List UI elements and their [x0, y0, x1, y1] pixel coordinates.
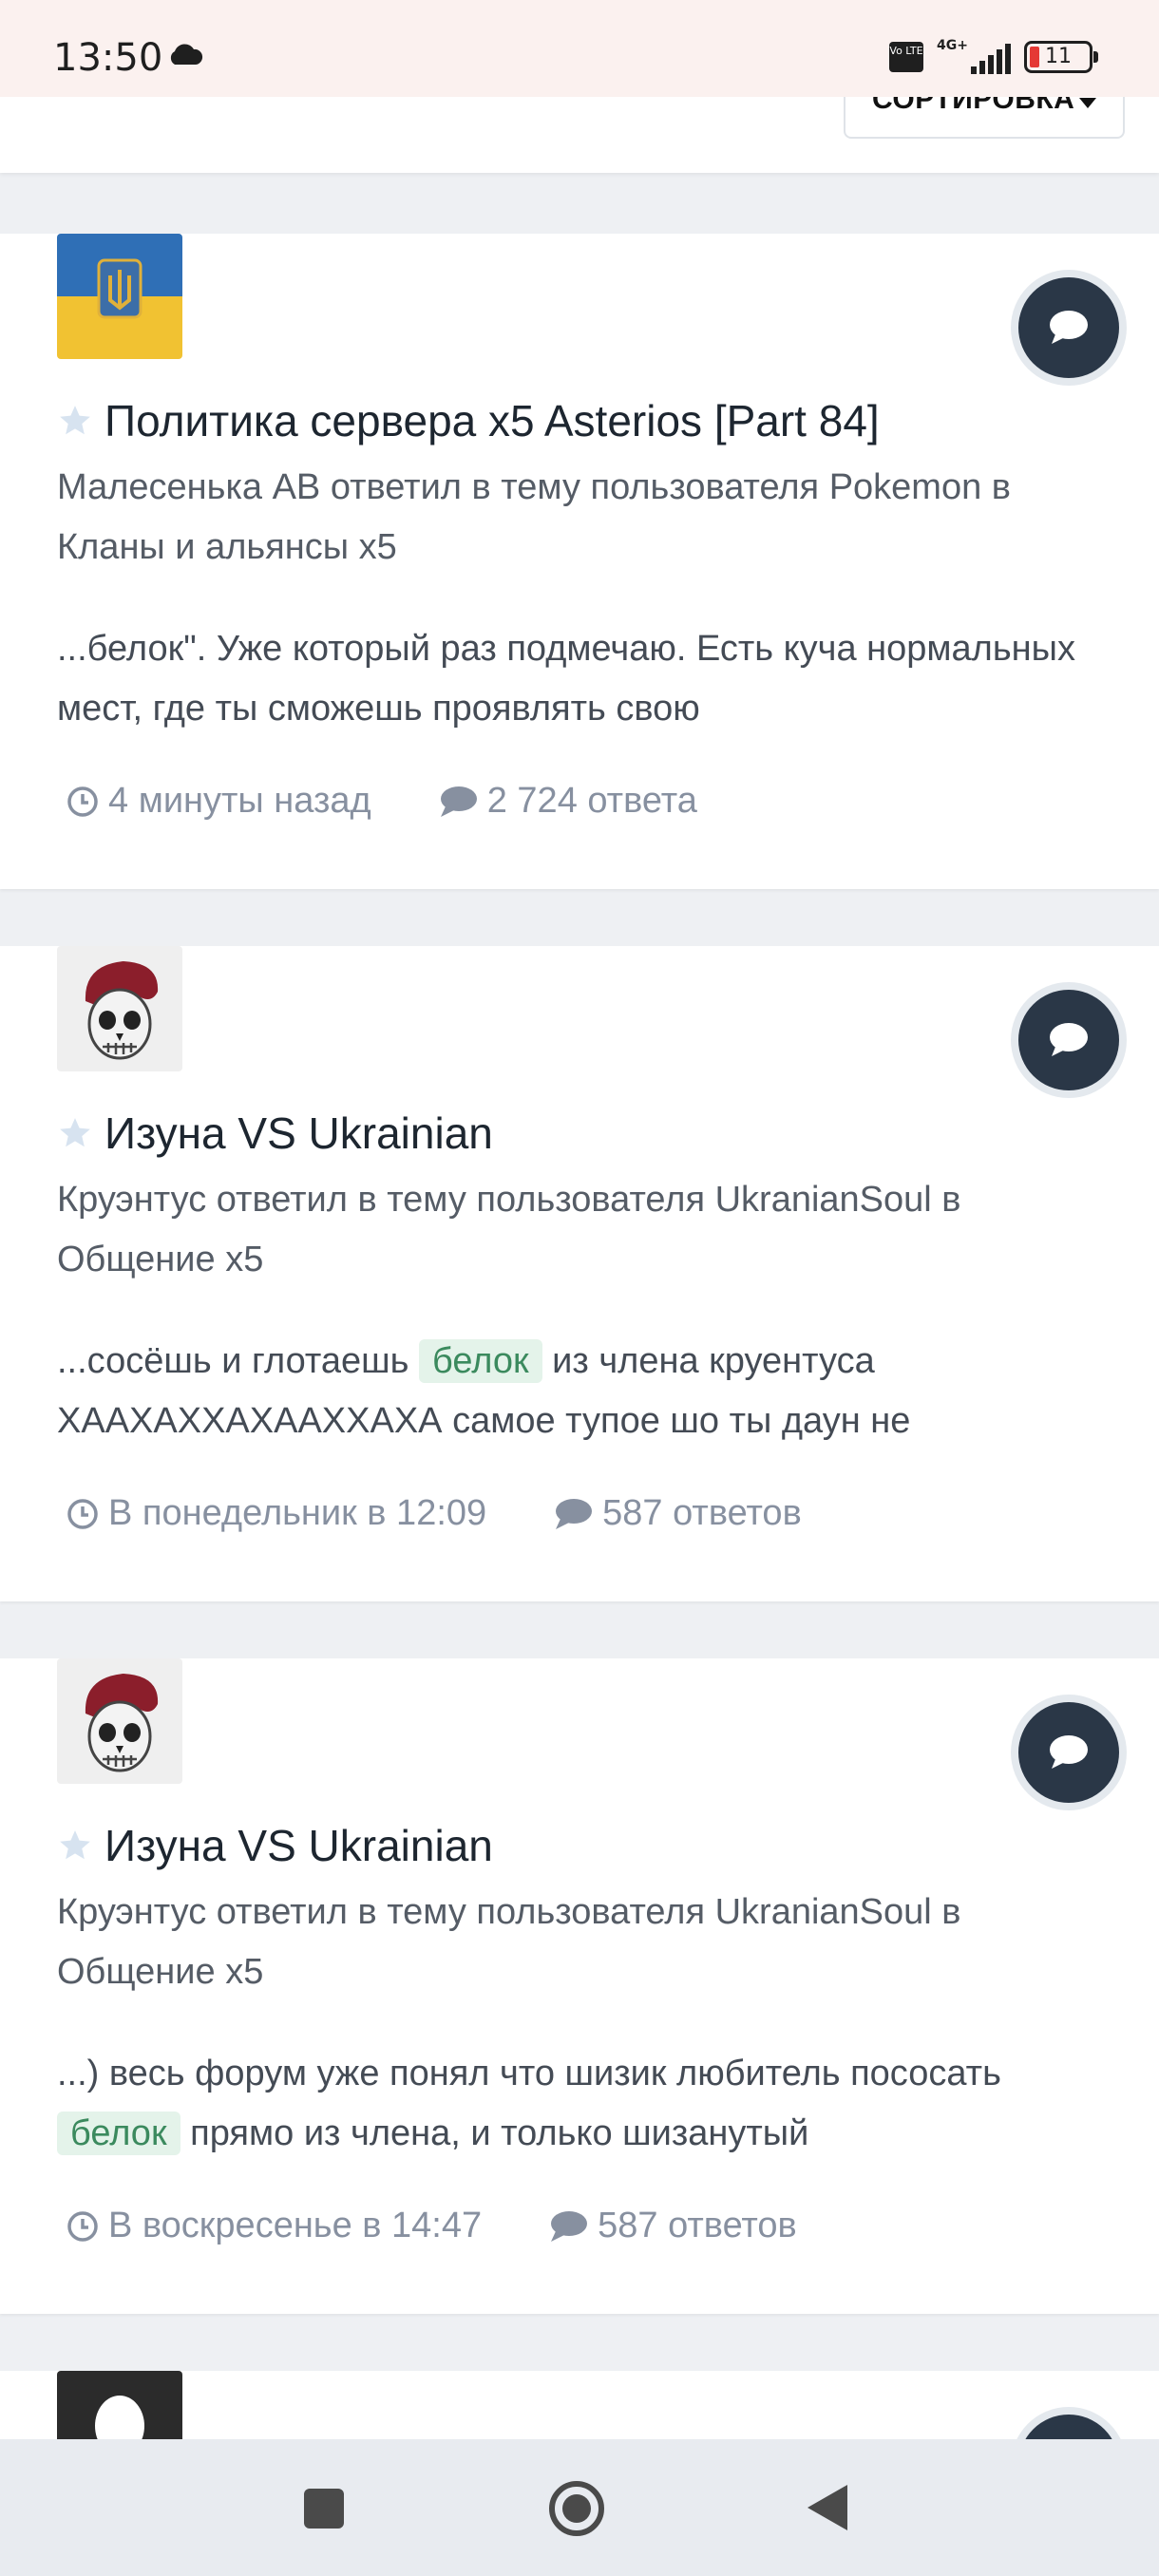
activity-item: Изуна VS Ukrainian Круэнтус ответил в те… — [0, 946, 1159, 1601]
battery-level: 11 — [1045, 45, 1072, 68]
post-stats: 4 минуты назад 2 724 ответа — [66, 781, 697, 822]
skull-beret-avatar[interactable] — [57, 1658, 182, 1784]
comment-icon — [1050, 311, 1088, 344]
system-nav-bar — [0, 2439, 1159, 2576]
post-title-row[interactable]: Изуна VS Ukrainian — [57, 1820, 493, 1871]
recents-square-icon[interactable] — [304, 2489, 344, 2529]
battery-icon: 11 — [1024, 41, 1098, 73]
post-time-text: В понедельник в 12:09 — [108, 1493, 487, 1533]
activity-item: Изуна VS Ukrainian Круэнтус ответил в те… — [0, 1658, 1159, 2314]
star-icon[interactable] — [57, 403, 93, 439]
star-icon[interactable] — [57, 1828, 93, 1864]
post-replies-text: 587 ответов — [602, 1493, 802, 1533]
post-stats: В воскресенье в 14:47 587 ответов — [66, 2206, 797, 2246]
post-snippet: ...белок". Уже который раз подмечаю. Ест… — [57, 619, 1112, 739]
post-replies-text: 587 ответов — [598, 2206, 797, 2245]
caret-down-icon — [1079, 98, 1096, 108]
post-time: 4 минуты назад — [66, 781, 371, 822]
post-meta: Малесенька АВ ответил в тему пользовател… — [57, 467, 1011, 567]
post-title-row[interactable]: Политика сервера x5 Asterios [Part 84] — [57, 395, 880, 446]
comment-icon — [1050, 1735, 1088, 1769]
home-circle-icon[interactable] — [549, 2481, 604, 2536]
comment-count-icon — [551, 2210, 588, 2242]
post-title-link[interactable]: Политика сервера x5 Asterios [Part 84] — [104, 395, 880, 446]
post-stats: В понедельник в 12:09 587 ответов — [66, 1493, 802, 1534]
snippet-text: ...белок". Уже который раз подмечаю. Ест… — [57, 629, 1075, 729]
post-snippet: ...сосёшь и глотаешь белок из члена круе… — [57, 1332, 1112, 1451]
star-icon[interactable] — [57, 1115, 93, 1151]
signal-icon: 4G+ — [937, 38, 1011, 76]
back-triangle-icon[interactable] — [808, 2485, 847, 2530]
clock-icon — [67, 1498, 98, 1529]
post-title-link[interactable]: Изуна VS Ukrainian — [104, 1108, 493, 1159]
status-bar: 13:50 Vo LTE 4G+ 11 — [0, 0, 1159, 97]
search-highlight: белок — [57, 2112, 180, 2155]
post-time-text: В воскресенье в 14:47 — [108, 2206, 483, 2245]
clock-icon — [67, 786, 98, 817]
snippet-text: ...сосёшь и глотаешь — [57, 1341, 420, 1381]
comment-icon — [1050, 1023, 1088, 1056]
network-type: 4G+ — [937, 38, 968, 53]
post-replies-text: 2 724 ответа — [486, 781, 697, 821]
post-title-row[interactable]: Изуна VS Ukrainian — [57, 1108, 493, 1159]
activity-item: Политика сервера x5 Asterios [Part 84] М… — [0, 234, 1159, 889]
post-meta: Круэнтус ответил в тему пользователя Ukr… — [57, 1180, 961, 1279]
skull-beret-avatar[interactable] — [57, 946, 182, 1071]
post-time: В воскресенье в 14:47 — [66, 2206, 482, 2246]
volte-icon: Vo LTE — [889, 42, 923, 72]
comment-count-icon — [556, 1498, 593, 1529]
ukraine-flag-avatar[interactable] — [57, 234, 182, 359]
comment-icon-button[interactable] — [1018, 1702, 1119, 1803]
post-time-text: 4 минуты назад — [108, 781, 371, 821]
comment-count-icon — [440, 786, 477, 817]
comment-icon-button[interactable] — [1018, 990, 1119, 1090]
post-replies: 587 ответов — [548, 2206, 797, 2246]
post-replies: 587 ответов — [553, 1493, 802, 1534]
post-meta: Круэнтус ответил в тему пользователя Ukr… — [57, 1892, 961, 1992]
snippet-text: прямо из члена, и только шизанутый — [180, 2113, 809, 2153]
clock-icon — [67, 2210, 98, 2242]
post-snippet: ...) весь форум уже понял что шизик люби… — [57, 2044, 1112, 2164]
search-highlight: белок — [419, 1339, 542, 1383]
post-title-link[interactable]: Изуна VS Ukrainian — [104, 1820, 493, 1871]
status-time: 13:50 — [53, 36, 163, 80]
cloud-icon — [170, 44, 203, 65]
post-time: В понедельник в 12:09 — [66, 1493, 486, 1534]
snippet-text: ...) весь форум уже понял что шизик люби… — [57, 2054, 1001, 2093]
comment-icon-button[interactable] — [1018, 277, 1119, 378]
post-replies: 2 724 ответа — [438, 781, 697, 822]
